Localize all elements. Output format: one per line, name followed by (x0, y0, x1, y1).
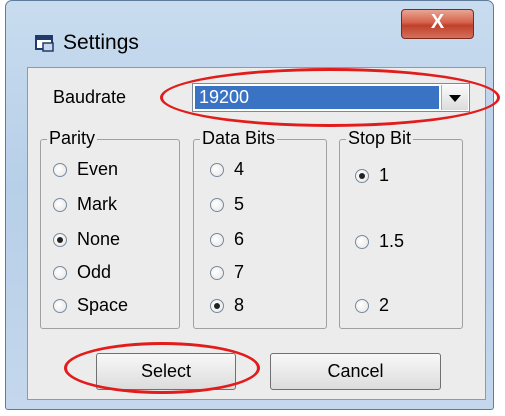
baudrate-select[interactable]: 19200 (192, 83, 470, 112)
stop-bit-1-label: 1 (379, 165, 390, 185)
data-bits-7-radio[interactable] (210, 266, 224, 280)
parity-even-radio[interactable] (53, 163, 67, 177)
cancel-button[interactable]: Cancel (270, 353, 441, 390)
close-icon: X (430, 11, 445, 33)
parity-mark-label: Mark (77, 194, 117, 214)
data-bits-8-radio[interactable] (210, 299, 224, 313)
parity-even-label: Even (77, 159, 119, 179)
parity-odd-radio[interactable] (53, 266, 67, 280)
data-bits-5-label: 5 (234, 194, 245, 214)
data-bits-8-label: 8 (234, 295, 245, 315)
stop-bit-2-label: 2 (379, 295, 390, 315)
data-bits-group-title: Data Bits (200, 128, 278, 149)
chevron-down-icon (449, 95, 461, 102)
stop-bit-1-5-label: 1.5 (379, 231, 405, 251)
parity-none-label: None (77, 229, 121, 249)
stop-bit-1-5-radio[interactable] (355, 235, 369, 249)
data-bits-4-radio[interactable] (210, 163, 224, 177)
window-title: Settings (63, 31, 139, 54)
data-bits-6-radio[interactable] (210, 233, 224, 247)
close-button[interactable]: X (401, 9, 474, 39)
baudrate-value: 19200 (195, 86, 439, 109)
data-bits-5-radio[interactable] (210, 198, 224, 212)
parity-space-radio[interactable] (53, 299, 67, 313)
app-icon (35, 35, 54, 52)
stop-bit-group-title: Stop Bit (346, 128, 414, 149)
data-bits-7-label: 7 (234, 262, 245, 282)
select-button[interactable]: Select (96, 353, 236, 390)
dialog-body: Baudrate 19200 Parity Even Mark None Odd… (27, 67, 486, 400)
parity-odd-label: Odd (77, 262, 112, 282)
dropdown-button[interactable] (441, 85, 468, 110)
parity-none-radio[interactable] (53, 233, 67, 247)
parity-mark-radio[interactable] (53, 198, 67, 212)
parity-space-label: Space (77, 295, 129, 315)
settings-window: Settings X Baudrate 19200 Parity Even Ma… (5, 0, 494, 410)
stop-bit-2-radio[interactable] (355, 299, 369, 313)
data-bits-6-label: 6 (234, 229, 245, 249)
data-bits-4-label: 4 (234, 159, 245, 179)
baudrate-label: Baudrate (53, 87, 127, 107)
stop-bit-1-radio[interactable] (355, 169, 369, 183)
parity-group-title: Parity (47, 128, 98, 149)
